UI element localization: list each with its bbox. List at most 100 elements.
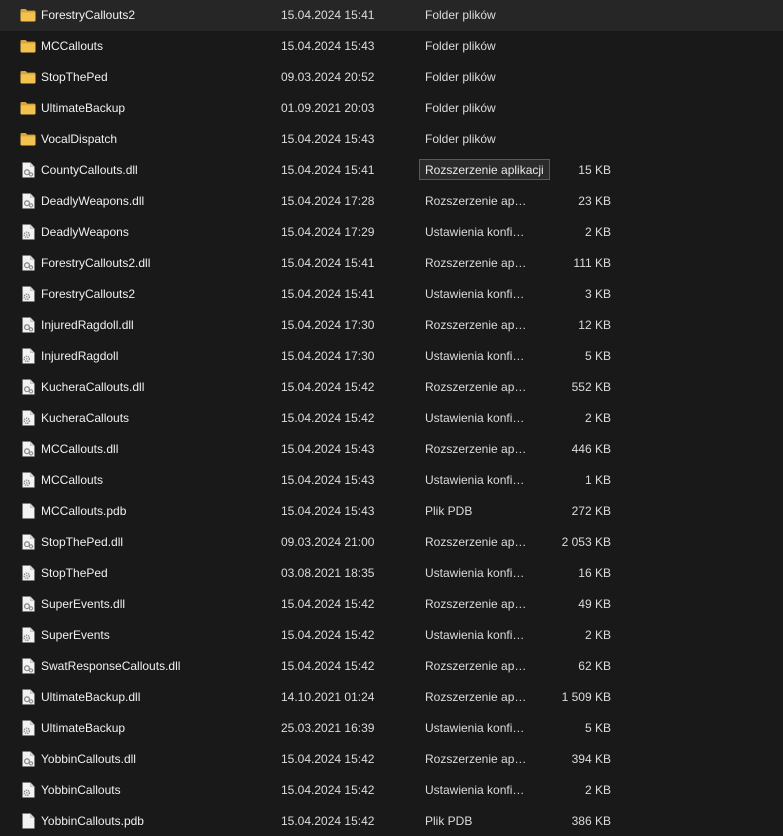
- config-file-icon: [20, 620, 38, 651]
- file-name[interactable]: MCCallouts.dll: [41, 434, 271, 465]
- file-type: Ustawienia konfig...: [425, 721, 529, 735]
- file-row[interactable]: ForestryCallouts2 15.04.2024 15:41 Ustawie…: [0, 279, 783, 310]
- file-row[interactable]: MCCallouts 15.04.2024 15:43 Ustawienia kon…: [0, 465, 783, 496]
- file-name[interactable]: DeadlyWeapons: [41, 217, 271, 248]
- folder-row[interactable]: UltimateBackup 01.09.2021 20:03 Folder pli…: [0, 93, 783, 124]
- file-type: Rozszerzenie aplik...: [425, 256, 529, 270]
- file-name[interactable]: KucheraCallouts: [41, 403, 271, 434]
- file-type: Rozszerzenie aplik...: [425, 442, 529, 456]
- dll-file-icon: [22, 751, 35, 767]
- file-name[interactable]: StopThePed: [41, 62, 271, 93]
- folder-icon: [20, 0, 38, 31]
- file-name[interactable]: UltimateBackup.dll: [41, 682, 271, 713]
- file-name[interactable]: MCCallouts: [41, 465, 271, 496]
- file-name[interactable]: YobbinCallouts: [41, 775, 271, 806]
- file-name[interactable]: DeadlyWeapons.dll: [41, 186, 271, 217]
- folder-icon: [20, 40, 36, 53]
- file-size: 2 KB: [584, 225, 611, 239]
- config-file-icon: [22, 410, 35, 426]
- file-name[interactable]: StopThePed.dll: [41, 527, 271, 558]
- file-name[interactable]: ForestryCallouts2: [41, 279, 271, 310]
- file-row[interactable]: SuperEvents.dll 15.04.2024 15:42 Rozszerze…: [0, 589, 783, 620]
- file-type: Ustawienia konfig...: [425, 566, 529, 580]
- config-file-icon: [22, 627, 35, 643]
- file-size: 15 KB: [578, 163, 611, 177]
- file-date-modified: 15.04.2024 15:43: [281, 504, 375, 518]
- file-row[interactable]: StopThePed.dll 09.03.2024 21:00 Rozszerzen…: [0, 527, 783, 558]
- file-size: 446 KB: [571, 442, 611, 456]
- file-size: 49 KB: [578, 597, 611, 611]
- folder-row[interactable]: MCCallouts 15.04.2024 15:43 Folder plików: [0, 31, 783, 62]
- file-name[interactable]: SuperEvents.dll: [41, 589, 271, 620]
- file-name[interactable]: CountyCallouts.dll: [41, 155, 271, 186]
- dll-file-icon: [20, 248, 38, 279]
- file-name[interactable]: UltimateBackup: [41, 93, 271, 124]
- config-file-icon: [22, 782, 35, 798]
- file-row[interactable]: SwatResponseCallouts.dll 15.04.2024 15:42…: [0, 651, 783, 682]
- file-row[interactable]: MCCallouts.pdb 15.04.2024 15:43 Plik PDB 27…: [0, 496, 783, 527]
- file-row[interactable]: UltimateBackup.dll 14.10.2021 01:24 Rozsze…: [0, 682, 783, 713]
- file-row[interactable]: KucheraCallouts 15.04.2024 15:42 Ustawieni…: [0, 403, 783, 434]
- file-row[interactable]: YobbinCallouts.dll 15.04.2024 15:42 Rozsze…: [0, 744, 783, 775]
- file-size: 23 KB: [578, 194, 611, 208]
- folder-row[interactable]: ForestryCallouts2 15.04.2024 15:41 Folder …: [0, 0, 783, 31]
- file-name[interactable]: VocalDispatch: [41, 124, 271, 155]
- file-date-modified: 15.04.2024 17:28: [281, 194, 375, 208]
- file-date-modified: 15.04.2024 15:42: [281, 783, 375, 797]
- file-name[interactable]: ForestryCallouts2: [41, 0, 271, 31]
- file-size: [540, 0, 611, 31]
- config-file-icon: [20, 713, 38, 744]
- file-row[interactable]: MCCallouts.dll 15.04.2024 15:43 Rozszerzen…: [0, 434, 783, 465]
- file-name[interactable]: MCCallouts: [41, 31, 271, 62]
- file-row[interactable]: DeadlyWeapons 15.04.2024 17:29 Ustawienia …: [0, 217, 783, 248]
- file-size: 3 KB: [584, 287, 611, 301]
- file-name[interactable]: ForestryCallouts2.dll: [41, 248, 271, 279]
- file-size: 5 KB: [584, 349, 611, 363]
- file-name[interactable]: KucheraCallouts.dll: [41, 372, 271, 403]
- file-name[interactable]: SwatResponseCallouts.dll: [41, 651, 271, 682]
- file-size: [540, 124, 611, 155]
- file-row[interactable]: YobbinCallouts 15.04.2024 15:42 Ustawienia…: [0, 775, 783, 806]
- file-list: ForestryCallouts2 15.04.2024 15:41 Folder …: [0, 0, 783, 836]
- dll-file-icon: [22, 317, 35, 333]
- file-size: 12 KB: [578, 318, 611, 332]
- file-name[interactable]: InjuredRagdoll: [41, 341, 271, 372]
- file-date-modified: 15.04.2024 17:29: [281, 225, 375, 239]
- file-date-modified: 03.08.2021 18:35: [281, 566, 375, 580]
- file-row[interactable]: InjuredRagdoll.dll 15.04.2024 17:30 Rozsze…: [0, 310, 783, 341]
- file-row[interactable]: DeadlyWeapons.dll 15.04.2024 17:28 Rozszer…: [0, 186, 783, 217]
- file-type: Folder plików: [425, 70, 496, 84]
- file-type: Rozszerzenie aplik...: [425, 194, 529, 208]
- dll-file-icon: [20, 744, 38, 775]
- file-date-modified: 15.04.2024 15:43: [281, 39, 375, 53]
- file-date-modified: 15.04.2024 15:42: [281, 628, 375, 642]
- file-name[interactable]: UltimateBackup: [41, 713, 271, 744]
- folder-icon: [20, 133, 36, 146]
- folder-icon: [20, 102, 36, 115]
- file-name[interactable]: StopThePed: [41, 558, 271, 589]
- file-size: 2 KB: [584, 783, 611, 797]
- file-name[interactable]: YobbinCallouts.dll: [41, 744, 271, 775]
- dll-file-icon: [22, 689, 35, 705]
- file-name[interactable]: MCCallouts.pdb: [41, 496, 271, 527]
- file-size: 2 KB: [584, 628, 611, 642]
- file-name[interactable]: InjuredRagdoll.dll: [41, 310, 271, 341]
- file-size: [540, 93, 611, 124]
- dll-file-icon: [20, 682, 38, 713]
- file-row[interactable]: SuperEvents 15.04.2024 15:42 Ustawienia ko…: [0, 620, 783, 651]
- file-row[interactable]: InjuredRagdoll 15.04.2024 17:30 Ustawienia…: [0, 341, 783, 372]
- file-date-modified: 15.04.2024 15:41: [281, 256, 375, 270]
- file-size: 2 KB: [584, 411, 611, 425]
- file-size: 5 KB: [584, 721, 611, 735]
- file-row[interactable]: KucheraCallouts.dll 15.04.2024 15:42 Rozsz…: [0, 372, 783, 403]
- folder-row[interactable]: StopThePed 09.03.2024 20:52 Folder plików: [0, 62, 783, 93]
- file-name[interactable]: YobbinCallouts.pdb: [41, 806, 271, 836]
- file-row[interactable]: UltimateBackup 25.03.2021 16:39 Ustawienia…: [0, 713, 783, 744]
- file-row[interactable]: CountyCallouts.dll 15.04.2024 15:41 Rozsze…: [0, 155, 783, 186]
- folder-row[interactable]: VocalDispatch 15.04.2024 15:43 Folder plik…: [0, 124, 783, 155]
- file-row[interactable]: ForestryCallouts2.dll 15.04.2024 15:41 Roz…: [0, 248, 783, 279]
- dll-file-icon: [22, 379, 35, 395]
- file-row[interactable]: YobbinCallouts.pdb 15.04.2024 15:42 Plik P…: [0, 806, 783, 836]
- file-row[interactable]: StopThePed 03.08.2021 18:35 Ustawienia kon…: [0, 558, 783, 589]
- file-name[interactable]: SuperEvents: [41, 620, 271, 651]
